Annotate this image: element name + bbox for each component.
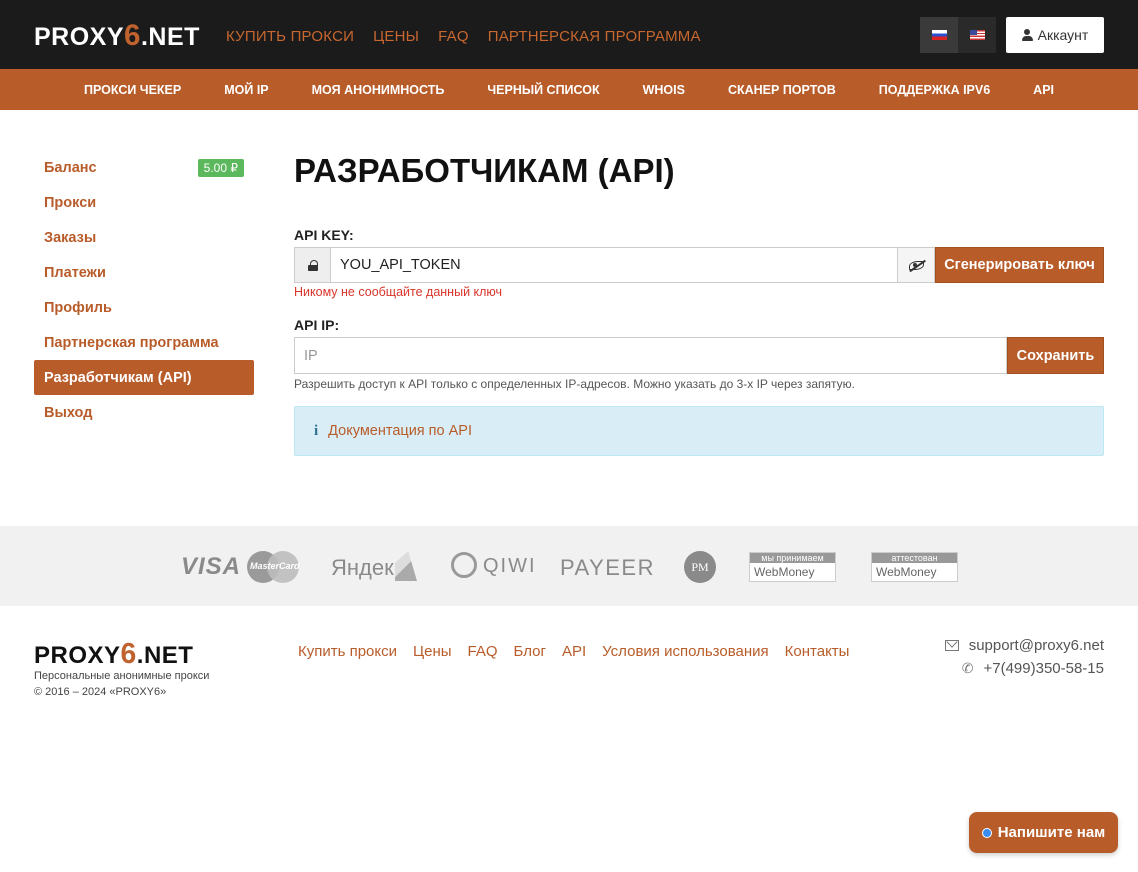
- nav-partner-program[interactable]: ПАРТНЕРСКАЯ ПРОГРАММА: [488, 28, 701, 45]
- sidebar-item-label: Прокси: [44, 194, 97, 211]
- lock-icon: [307, 259, 318, 271]
- support-phone: +7(499)350-58-15: [983, 660, 1104, 677]
- qiwi-icon: [451, 552, 477, 578]
- sidebar-item-balance[interactable]: Баланс 5.00 ₽: [34, 150, 254, 185]
- nav-buy-proxy[interactable]: КУПИТЬ ПРОКСИ: [226, 28, 354, 45]
- webmoney-attested-badge: аттестован WebMoney: [871, 552, 958, 582]
- api-ip-input[interactable]: [294, 337, 1007, 374]
- footer-link-api[interactable]: API: [562, 643, 586, 660]
- perfect-money-logo: PM: [684, 551, 716, 583]
- sidebar-item-proxy[interactable]: Прокси: [34, 185, 254, 220]
- eye-slash-icon: [908, 260, 924, 270]
- sidebar-item-label: Баланс: [44, 159, 97, 176]
- footer-link-buy[interactable]: Купить прокси: [298, 643, 397, 660]
- footer-copyright: © 2016 – 2024 «PROXY6»: [34, 686, 167, 698]
- footer-logo[interactable]: PROXY6.NET: [34, 638, 193, 671]
- subnav-ipv6-support[interactable]: ПОДДЕРЖКА IPV6: [879, 83, 990, 97]
- sidebar-item-label: Разработчикам (API): [44, 369, 192, 386]
- subnav-api[interactable]: API: [1033, 83, 1054, 97]
- lock-addon: [294, 247, 331, 283]
- api-ip-group: Сохранить: [294, 337, 1104, 374]
- russia-flag-icon: [931, 30, 947, 40]
- lang-en-button[interactable]: [958, 17, 996, 53]
- chat-label: Напишите нам: [997, 824, 1106, 841]
- info-icon: i: [314, 422, 319, 439]
- sidebar-item-orders[interactable]: Заказы: [34, 220, 254, 255]
- user-icon: [1021, 29, 1033, 41]
- subnav-blacklist[interactable]: ЧЕРНЫЙ СПИСОК: [487, 83, 599, 97]
- subnav-my-ip[interactable]: МОЙ IP: [224, 83, 268, 97]
- save-button[interactable]: Сохранить: [1007, 337, 1104, 374]
- main-nav: КУПИТЬ ПРОКСИ ЦЕНЫ FAQ ПАРТНЕРСКАЯ ПРОГР…: [226, 28, 701, 45]
- subnav-port-scanner[interactable]: СКАНЕР ПОРТОВ: [728, 83, 836, 97]
- sidebar-item-logout[interactable]: Выход: [34, 395, 254, 430]
- site-logo[interactable]: PROXY6.NET: [34, 19, 200, 53]
- sidebar-item-label: Партнерская программа: [44, 334, 219, 351]
- subnav-proxy-checker[interactable]: ПРОКСИ ЧЕКЕР: [84, 83, 181, 97]
- payeer-logo: PAYEER: [560, 555, 655, 580]
- nav-faq[interactable]: FAQ: [438, 28, 469, 45]
- api-ip-help: Разрешить доступ к API только с определе…: [294, 377, 856, 391]
- footer-tagline: Персональные анонимные прокси: [34, 670, 210, 682]
- api-key-label: API KEY:: [294, 227, 354, 243]
- sidebar-item-api[interactable]: Разработчикам (API): [34, 360, 254, 395]
- sidebar-item-profile[interactable]: Профиль: [34, 290, 254, 325]
- subnav-my-anonymity[interactable]: МОЯ АНОНИМНОСТЬ: [312, 83, 445, 97]
- envelope-icon: [944, 640, 959, 651]
- api-key-warning: Никому не сообщайте данный ключ: [294, 285, 503, 299]
- visa-logo: VISA: [181, 553, 242, 580]
- footer-email: support@proxy6.net: [944, 637, 1104, 654]
- footer-nav: Купить прокси Цены FAQ Блог API Условия …: [298, 643, 849, 660]
- toggle-visibility-button[interactable]: [898, 247, 935, 283]
- api-ip-label: API IP:: [294, 317, 340, 333]
- footer-link-blog[interactable]: Блог: [514, 643, 546, 660]
- account-button[interactable]: Аккаунт: [1006, 17, 1104, 53]
- footer-link-prices[interactable]: Цены: [413, 643, 452, 660]
- generate-key-button[interactable]: Сгенерировать ключ: [935, 247, 1104, 283]
- account-sidebar: Баланс 5.00 ₽ Прокси Заказы Платежи Проф…: [34, 150, 254, 430]
- top-header: PROXY6.NET КУПИТЬ ПРОКСИ ЦЕНЫ FAQ ПАРТНЕ…: [0, 0, 1138, 69]
- footer-link-faq[interactable]: FAQ: [468, 643, 498, 660]
- subnav-whois[interactable]: WHOIS: [643, 83, 685, 97]
- footer-link-terms[interactable]: Условия использования: [602, 643, 769, 660]
- sidebar-item-label: Заказы: [44, 229, 97, 246]
- account-label: Аккаунт: [1037, 27, 1089, 43]
- sidebar-item-label: Выход: [44, 404, 93, 421]
- usa-flag-icon: [969, 30, 985, 40]
- lang-ru-button[interactable]: [920, 17, 958, 53]
- online-status-icon: [981, 827, 992, 838]
- footer-phone: ✆ +7(499)350-58-15: [962, 660, 1104, 677]
- docs-info-box: i Документация по API: [294, 406, 1104, 456]
- api-key-input[interactable]: [331, 247, 898, 283]
- sidebar-item-partner[interactable]: Партнерская программа: [34, 325, 254, 360]
- tools-nav: ПРОКСИ ЧЕКЕР МОЙ IP МОЯ АНОНИМНОСТЬ ЧЕРН…: [0, 69, 1138, 110]
- sidebar-item-label: Платежи: [44, 264, 106, 281]
- webmoney-accept-badge: мы принимаем WebMoney: [749, 552, 836, 582]
- api-docs-link[interactable]: Документация по API: [328, 423, 472, 439]
- sidebar-item-payments[interactable]: Платежи: [34, 255, 254, 290]
- balance-badge: 5.00 ₽: [197, 158, 244, 177]
- qiwi-logo: QIWI: [483, 555, 537, 577]
- page-title: РАЗРАБОТЧИКАМ (API): [294, 152, 675, 189]
- yandex-logo: Яндекс: [331, 555, 405, 580]
- language-switcher: [920, 17, 996, 53]
- mastercard-logo: MasterCard: [247, 551, 300, 583]
- phone-icon: ✆: [961, 660, 974, 676]
- chat-widget-button[interactable]: Напишите нам: [969, 812, 1118, 853]
- support-email-link[interactable]: support@proxy6.net: [969, 637, 1104, 654]
- sidebar-item-label: Профиль: [44, 299, 112, 316]
- nav-prices[interactable]: ЦЕНЫ: [373, 28, 419, 45]
- footer-link-contacts[interactable]: Контакты: [785, 643, 850, 660]
- api-key-group: Сгенерировать ключ: [294, 247, 1104, 283]
